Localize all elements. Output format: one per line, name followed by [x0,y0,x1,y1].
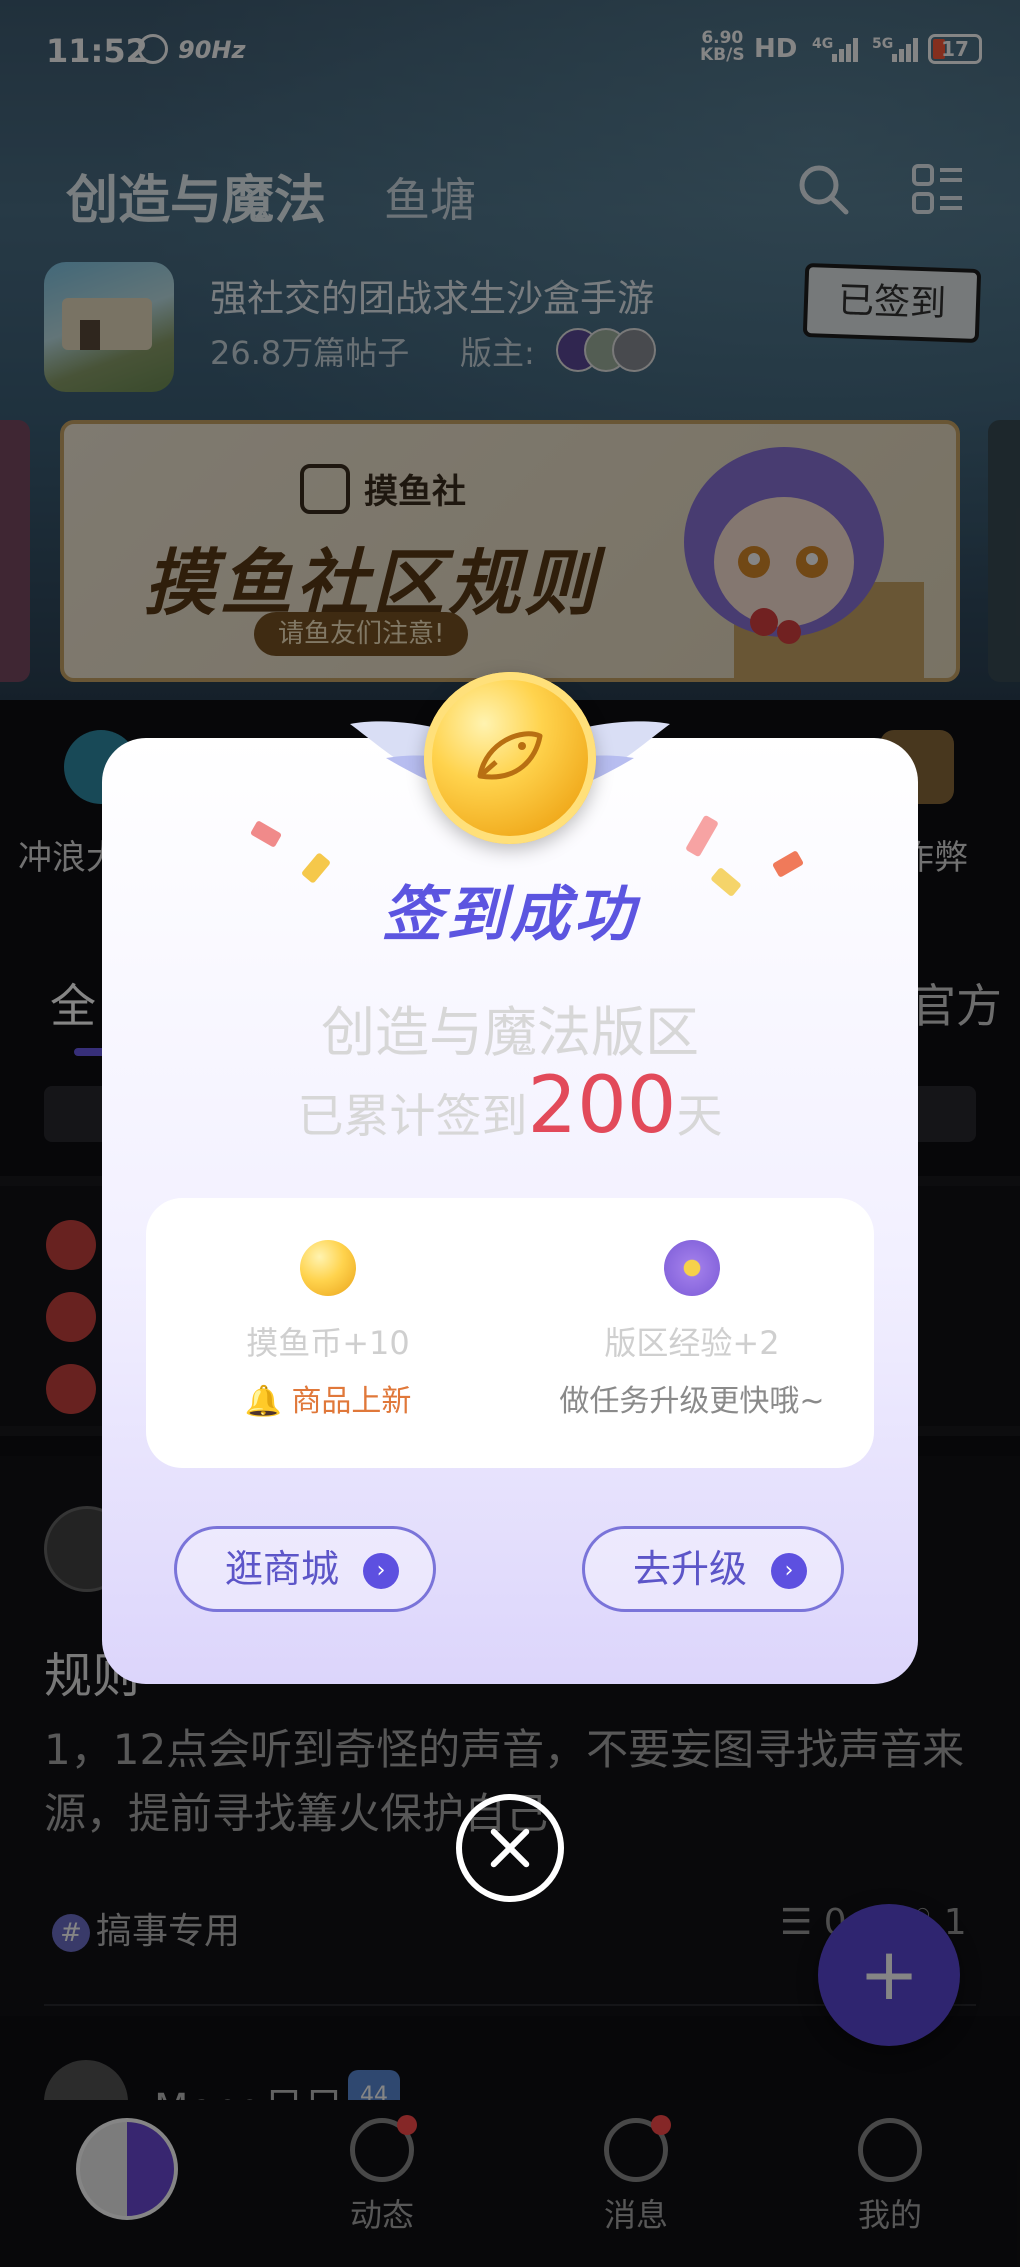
upgrade-tip: 做任务升级更快哦~ [559,1384,825,1419]
chevron-right-icon: › [771,1553,807,1589]
new-goods-link[interactable]: 🔔 商品上新 [146,1376,510,1420]
rewards-card: 摸鱼币+10 🔔 商品上新 版区经验+2 做任务升级更快哦~ [146,1198,874,1468]
days-prefix: 已累计签到 [297,1089,528,1143]
checkin-days: 已累计签到200天 [102,1066,918,1156]
fish-coin-icon [300,1240,356,1296]
fish-coin-medal-icon [424,672,596,844]
coin-reward-label: 摸鱼币+10 [246,1324,410,1362]
days-suffix: 天 [676,1089,723,1143]
go-upgrade-label: 去升级 [633,1547,748,1591]
coin-reward: 摸鱼币+10 🔔 商品上新 [146,1240,510,1420]
confetti-decoration [685,814,719,858]
forum-name: 创造与魔法版区 [321,1001,699,1064]
new-goods-label: 商品上新 [291,1384,412,1419]
close-dialog-button[interactable] [456,1794,564,1902]
exp-reward: 版区经验+2 做任务升级更快哦~ [510,1240,874,1420]
fish-icon [477,731,543,780]
confetti-decoration [249,820,283,848]
exp-reward-label: 版区经验+2 [604,1324,780,1362]
chevron-right-icon: › [363,1553,399,1589]
checkin-success-dialog: 签到成功 创造与魔法版区 已累计签到200天 摸鱼币+10 🔔 商品上新 版区经… [102,738,918,1684]
days-count: 200 [527,1061,677,1151]
dialog-title: 签到成功 [382,880,638,950]
star-badge-icon [664,1240,720,1296]
visit-shop-button[interactable]: 逛商城 › [174,1526,436,1612]
visit-shop-label: 逛商城 [225,1547,340,1591]
go-upgrade-button[interactable]: 去升级 › [582,1526,844,1612]
